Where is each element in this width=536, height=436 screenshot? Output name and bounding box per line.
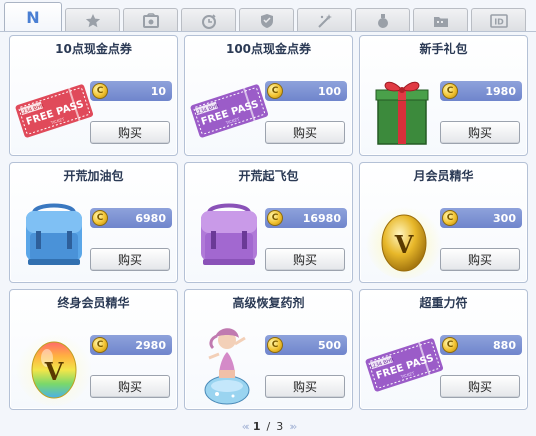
- buy-button[interactable]: 购买: [90, 375, 170, 398]
- coin-icon: C: [92, 83, 108, 99]
- coin-icon: C: [442, 337, 458, 353]
- first-page-icon[interactable]: «‹: [242, 420, 250, 433]
- buy-button[interactable]: 购买: [440, 121, 520, 144]
- price-value: 16980: [302, 211, 341, 225]
- price-value: 6980: [135, 211, 166, 225]
- tab-id[interactable]: ID: [471, 8, 526, 32]
- svg-text:V: V: [44, 357, 64, 386]
- magic-icon: [317, 13, 332, 28]
- buy-button[interactable]: 购买: [90, 121, 170, 144]
- tab-potion[interactable]: [355, 8, 410, 32]
- item-name: 月会员精华: [413, 169, 474, 183]
- item-card: 10点现金点券 1234 BHR FREE PASS TICKET C 10 购…: [9, 35, 178, 156]
- tab-magic[interactable]: [297, 8, 352, 32]
- item-grid: 10点现金点券 1234 BHR FREE PASS TICKET C 10 购…: [9, 35, 528, 410]
- price-value: 880: [493, 338, 516, 352]
- gift-box-icon: [375, 81, 429, 145]
- coin-icon: C: [92, 210, 108, 226]
- tab-timer[interactable]: [181, 8, 236, 32]
- coin-icon: C: [267, 83, 283, 99]
- tab-star[interactable]: [65, 8, 120, 32]
- item-card: 新手礼包 C 1980 购买: [359, 35, 528, 156]
- item-name: 100点现金点券: [225, 42, 312, 56]
- folder-icon: [433, 16, 448, 27]
- buy-button[interactable]: 购买: [440, 248, 520, 271]
- costume-icon: [142, 12, 159, 28]
- backpack-blue-icon: [26, 203, 82, 265]
- price-bar: C 10: [90, 81, 172, 101]
- item-card: 月会员精华 V C 300 购买: [359, 162, 528, 283]
- coin-icon: C: [92, 337, 108, 353]
- buy-button[interactable]: 购买: [90, 248, 170, 271]
- price-bar: C 500: [265, 335, 347, 355]
- ticket-purple-icon: 1234 BHR FREE PASS TICKET: [365, 338, 444, 392]
- egg-gold-icon: V: [366, 203, 442, 279]
- coin-icon: C: [442, 83, 458, 99]
- buy-button[interactable]: 购买: [265, 375, 345, 398]
- price-value: 300: [493, 211, 516, 225]
- item-name: 高级恢复药剂: [232, 296, 305, 310]
- star-icon: [85, 13, 100, 27]
- buy-button[interactable]: 购买: [265, 248, 345, 271]
- price-bar: C 300: [440, 208, 522, 228]
- id-icon: ID: [489, 13, 508, 28]
- timer-icon: [201, 13, 216, 29]
- item-name: 超重力符: [419, 296, 468, 310]
- price-value: 1980: [485, 84, 516, 98]
- item-card: 超重力符 1234 BHR FREE PASS TICKET C 880 购买: [359, 289, 528, 410]
- item-card: 终身会员精华 V C 2980 购买: [9, 289, 178, 410]
- tab-folder[interactable]: [413, 8, 468, 32]
- total-pages: 3: [276, 419, 284, 433]
- item-card: 开荒起飞包 C 16980 购买: [184, 162, 353, 283]
- svg-text:V: V: [394, 230, 414, 259]
- item-name: 开荒起飞包: [238, 169, 299, 183]
- tab-new[interactable]: N: [4, 2, 62, 32]
- tab-costume[interactable]: [123, 8, 178, 32]
- price-bar: C 6980: [90, 208, 172, 228]
- potion-icon: [377, 13, 388, 28]
- page-separator: /: [266, 419, 271, 433]
- coin-icon: C: [267, 210, 283, 226]
- item-name: 终身会员精华: [57, 296, 130, 310]
- tab-divider: [0, 31, 536, 32]
- ticket-red-icon: 1234 BHR FREE PASS TICKET: [15, 84, 94, 138]
- tab-armor[interactable]: [239, 8, 294, 32]
- coin-icon: C: [442, 210, 458, 226]
- potion-girl-icon: [204, 328, 250, 405]
- price-value: 2980: [135, 338, 166, 352]
- egg-rainbow-icon: V: [16, 330, 92, 406]
- item-card: 100点现金点券 1234 BHR FREE PASS TICKET C 100…: [184, 35, 353, 156]
- shield-icon: [260, 13, 273, 28]
- tab-new-label: N: [26, 8, 40, 27]
- backpack-purple-icon: [201, 203, 257, 265]
- price-value: 100: [318, 84, 341, 98]
- item-name: 10点现金点券: [55, 42, 132, 56]
- item-card: 高级恢复药剂 C 500 购买: [184, 289, 353, 410]
- price-bar: C 880: [440, 335, 522, 355]
- category-tabs: N ID: [4, 2, 532, 32]
- buy-button[interactable]: 购买: [440, 375, 520, 398]
- pagination: «‹ 1 / 3 ›»: [0, 418, 536, 434]
- price-value: 500: [318, 338, 341, 352]
- current-page: 1: [252, 419, 261, 433]
- price-value: 10: [150, 84, 166, 98]
- price-bar: C 1980: [440, 81, 522, 101]
- item-name: 新手礼包: [419, 42, 468, 56]
- item-name: 开荒加油包: [63, 169, 124, 183]
- price-bar: C 16980: [265, 208, 347, 228]
- coin-icon: C: [267, 337, 283, 353]
- buy-button[interactable]: 购买: [265, 121, 345, 144]
- price-bar: C 2980: [90, 335, 172, 355]
- item-shop: N ID 10点现金点券 1234 BHR FREE PASS TICKET C…: [0, 0, 536, 436]
- ticket-purple-icon: 1234 BHR FREE PASS TICKET: [190, 84, 269, 138]
- svg-text:ID: ID: [494, 17, 504, 26]
- item-card: 开荒加油包 C 6980 购买: [9, 162, 178, 283]
- next-page-icon[interactable]: ›»: [289, 420, 297, 433]
- price-bar: C 100: [265, 81, 347, 101]
